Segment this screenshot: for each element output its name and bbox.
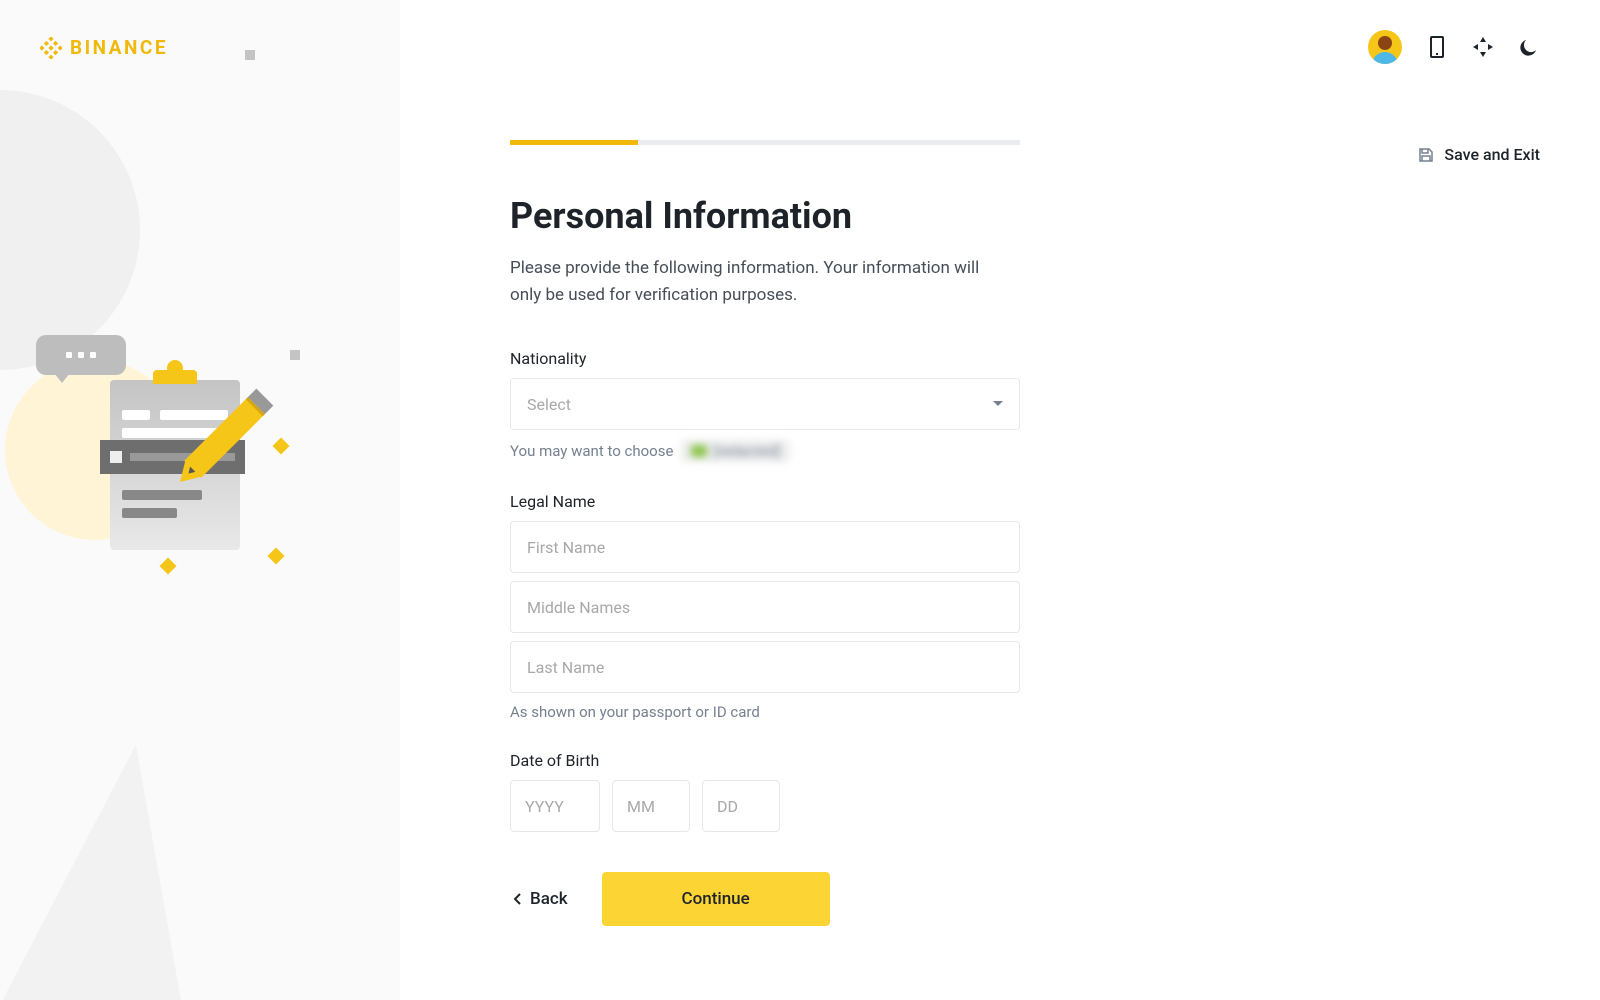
save-exit-label: Save and Exit — [1444, 145, 1540, 164]
suggested-country-chip[interactable]: [redacted] — [681, 440, 790, 462]
decor-square — [290, 350, 300, 360]
flag-icon — [691, 445, 707, 457]
dob-year-field[interactable] — [510, 780, 600, 832]
button-row: Back Continue — [510, 872, 1030, 926]
back-button[interactable]: Back — [510, 875, 572, 923]
page-description: Please provide the following information… — [510, 255, 1010, 309]
decor-triangle — [0, 745, 181, 1000]
last-name-field[interactable] — [510, 641, 1020, 693]
decor-circle — [0, 90, 140, 370]
dob-group: Date of Birth — [510, 751, 1030, 832]
nationality-placeholder: Select — [527, 395, 571, 414]
legal-name-hint: As shown on your passport or ID card — [510, 703, 1030, 721]
legal-name-label: Legal Name — [510, 492, 1030, 511]
chevron-left-icon — [514, 893, 522, 905]
nationality-label: Nationality — [510, 349, 1030, 368]
dob-month-field[interactable] — [612, 780, 690, 832]
mobile-icon[interactable] — [1426, 36, 1448, 58]
main-content: Save and Exit Personal Information Pleas… — [400, 0, 1600, 1000]
illustration-clipboard — [30, 340, 310, 620]
save-icon — [1418, 147, 1434, 163]
progress-fill — [510, 140, 638, 145]
nationality-select[interactable]: Select — [510, 378, 1020, 430]
nationality-hint-row: You may want to choose [redacted] — [510, 440, 1030, 462]
legal-name-group: Legal Name As shown on your passport or … — [510, 492, 1030, 721]
dob-label: Date of Birth — [510, 751, 1030, 770]
avatar[interactable] — [1368, 30, 1402, 64]
nationality-group: Nationality Select You may want to choos… — [510, 349, 1030, 462]
dark-mode-icon[interactable] — [1518, 36, 1540, 58]
speech-bubble-icon — [36, 335, 126, 375]
decor-diamond — [268, 548, 285, 565]
form-container: Personal Information Please provide the … — [510, 0, 1030, 926]
top-actions — [1368, 30, 1540, 64]
continue-button[interactable]: Continue — [602, 872, 830, 926]
binance-logo-icon — [40, 37, 62, 59]
middle-names-field[interactable] — [510, 581, 1020, 633]
brand-logo[interactable]: BINANCE — [0, 0, 400, 95]
page-title: Personal Information — [510, 195, 1030, 237]
first-name-field[interactable] — [510, 521, 1020, 573]
nationality-hint: You may want to choose — [510, 442, 673, 460]
back-label: Back — [530, 889, 568, 909]
decor-diamond — [160, 558, 177, 575]
save-and-exit-button[interactable]: Save and Exit — [1418, 145, 1540, 164]
decor-diamond — [273, 438, 290, 455]
dob-day-field[interactable] — [702, 780, 780, 832]
progress-bar — [510, 140, 1020, 145]
suggested-country: [redacted] — [713, 442, 780, 460]
globe-icon[interactable] — [1472, 36, 1494, 58]
brand-name: BINANCE — [70, 36, 168, 59]
sidebar: BINANCE — [0, 0, 400, 1000]
